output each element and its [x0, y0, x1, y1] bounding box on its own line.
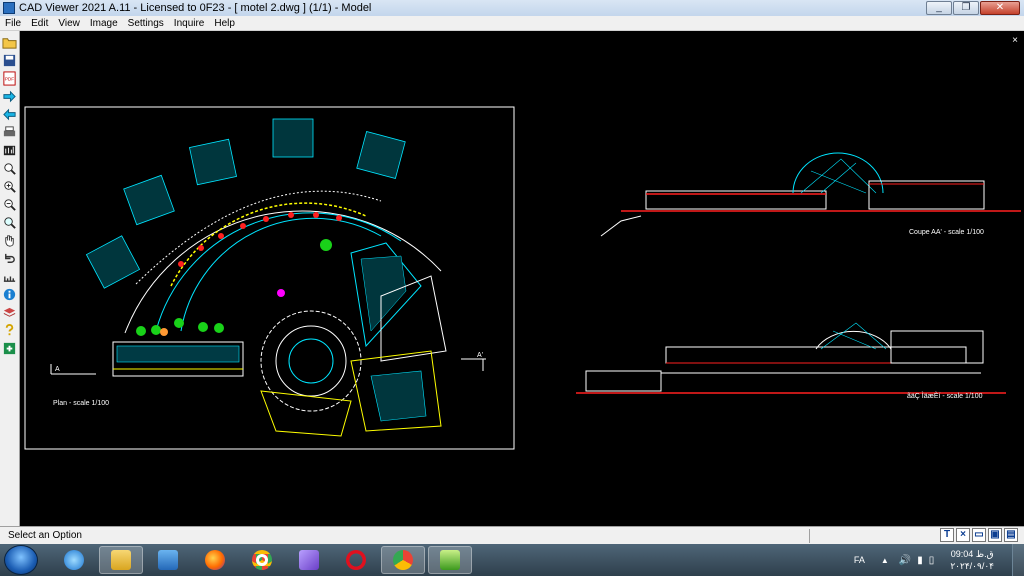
menu-settings[interactable]: Settings — [123, 18, 169, 29]
menu-file[interactable]: File — [0, 18, 26, 29]
window-controls: _ ❐ ✕ — [926, 1, 1020, 15]
help-icon[interactable] — [2, 322, 18, 338]
section-marker-a: A — [55, 366, 60, 373]
taskbar: FA ▲ 🔊 ▮ ▯ 09:04 ق.ظ ۲۰۲۴/۰۹/۰۴ — [0, 544, 1024, 576]
start-button[interactable] — [4, 545, 38, 575]
internet-explorer-icon[interactable] — [52, 546, 96, 574]
clock-date: ۲۰۲۴/۰۹/۰۴ — [950, 561, 994, 571]
volume-icon[interactable]: 🔊 — [899, 555, 911, 566]
firefox-icon[interactable] — [193, 546, 237, 574]
maximize-button[interactable]: ❐ — [953, 1, 979, 15]
minimize-button[interactable]: _ — [926, 1, 952, 15]
file-explorer-icon[interactable] — [99, 546, 143, 574]
canvas-close-icon[interactable]: × — [1012, 35, 1018, 46]
cad-viewer-icon[interactable] — [428, 546, 472, 574]
window-cascade-icon[interactable]: ▣ — [988, 528, 1002, 542]
plan-sheet-frame — [24, 106, 515, 450]
open-folder-icon[interactable] — [2, 34, 18, 50]
status-tools: T × ▭ ▣ ▤ — [940, 528, 1018, 542]
section-marker-a-prime: A' — [477, 352, 483, 359]
settings-icon[interactable] — [2, 340, 18, 356]
window-title: CAD Viewer 2021 A.11 - Licensed to 0F23 … — [19, 2, 372, 14]
window-arrange-icon[interactable]: ▤ — [1004, 528, 1018, 542]
layers-icon[interactable] — [2, 304, 18, 320]
menu-image[interactable]: Image — [85, 18, 123, 29]
facade-scale-label: ãäÇ ÌäæÈí - scale 1/100 — [907, 391, 983, 400]
status-text: Select an Option — [0, 528, 810, 543]
menu-edit[interactable]: Edit — [26, 18, 53, 29]
cad-drawing: A A' Plan - scale 1/100 Coupe AA' - scal… — [24, 106, 1021, 450]
menu-help[interactable]: Help — [209, 18, 240, 29]
drawing-canvas[interactable]: × A A' Plan - scale 1/100 Coupe AA' - sc… — [21, 31, 1024, 526]
window-tile-icon[interactable]: ▭ — [972, 528, 986, 542]
forward-arrow-icon[interactable] — [2, 88, 18, 104]
system-tray: FA ▲ 🔊 ▮ ▯ 09:04 ق.ظ ۲۰۲۴/۰۹/۰۴ — [854, 544, 1024, 576]
chrome-icon[interactable] — [240, 546, 284, 574]
zoom-window-icon[interactable] — [2, 214, 18, 230]
coupe-scale-label: Coupe AA' - scale 1/100 — [909, 229, 984, 236]
plot-icon[interactable] — [2, 142, 18, 158]
app-icon — [3, 2, 15, 14]
battery-icon[interactable]: ▯ — [929, 555, 935, 566]
floor-plan — [50, 118, 486, 437]
status-bar: Select an Option T × ▭ ▣ ▤ — [0, 526, 1024, 544]
show-desktop-button[interactable] — [1012, 544, 1024, 576]
plan-scale-label: Plan - scale 1/100 — [53, 400, 109, 407]
chrome-profile-icon[interactable] — [381, 546, 425, 574]
visual-studio-icon[interactable] — [287, 546, 331, 574]
undo-icon[interactable] — [2, 250, 18, 266]
clock[interactable]: 09:04 ق.ظ ۲۰۲۴/۰۹/۰۴ — [950, 548, 994, 572]
tray-expand-icon[interactable]: ▲ — [881, 556, 889, 565]
cad-viewer-window: CAD Viewer 2021 A.11 - Licensed to 0F23 … — [0, 0, 1024, 576]
menu-bar: File Edit View Image Settings Inquire He… — [0, 16, 1024, 31]
measure-icon[interactable] — [2, 268, 18, 284]
opera-icon[interactable] — [334, 546, 378, 574]
zoom-in-icon[interactable] — [2, 178, 18, 194]
section-coupe-drawing — [600, 152, 1021, 237]
print-icon[interactable] — [2, 124, 18, 140]
pdf-icon[interactable]: PDF — [2, 70, 18, 86]
pdf-label: PDF — [5, 76, 14, 81]
left-toolbar: PDF — [0, 31, 20, 526]
save-icon[interactable] — [2, 52, 18, 68]
info-icon[interactable] — [2, 286, 18, 302]
menu-view[interactable]: View — [53, 18, 85, 29]
title-bar: CAD Viewer 2021 A.11 - Licensed to 0F23 … — [0, 0, 1024, 16]
pan-hand-icon[interactable] — [2, 232, 18, 248]
zoom-icon[interactable] — [2, 160, 18, 176]
back-arrow-icon[interactable] — [2, 106, 18, 122]
zoom-out-icon[interactable] — [2, 196, 18, 212]
network-icon[interactable]: ▮ — [917, 555, 923, 566]
text-tool-icon[interactable]: T — [940, 528, 954, 542]
media-player-icon[interactable] — [146, 546, 190, 574]
clock-time: 09:04 ق.ظ — [950, 549, 994, 559]
language-indicator[interactable]: FA — [854, 555, 865, 565]
facade-drawing — [576, 322, 1006, 394]
menu-inquire[interactable]: Inquire — [169, 18, 210, 29]
close-button[interactable]: ✕ — [980, 1, 1020, 15]
close-markup-icon[interactable]: × — [956, 528, 970, 542]
